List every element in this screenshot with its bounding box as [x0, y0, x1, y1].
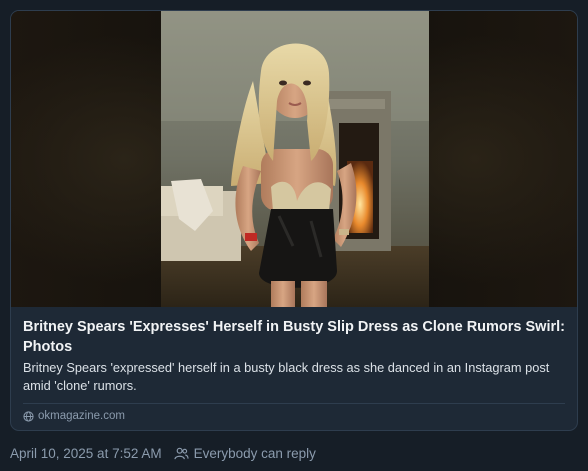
- post-meta: April 10, 2025 at 7:52 AM Everybody can …: [10, 446, 316, 461]
- people-icon: [174, 447, 189, 460]
- link-card-title[interactable]: Britney Spears 'Expresses' Herself in Bu…: [23, 317, 565, 357]
- reply-setting-label[interactable]: Everybody can reply: [194, 446, 316, 461]
- post-timestamp[interactable]: April 10, 2025 at 7:52 AM: [10, 446, 162, 461]
- link-card-domain[interactable]: okmagazine.com: [38, 410, 125, 422]
- link-card[interactable]: Britney Spears 'Expresses' Herself in Bu…: [10, 10, 578, 431]
- thumbnail-photo: [161, 11, 429, 307]
- globe-icon: [23, 410, 34, 422]
- reply-setting[interactable]: Everybody can reply: [174, 446, 316, 461]
- link-card-source[interactable]: okmagazine.com: [23, 404, 565, 428]
- link-card-description: Britney Spears 'expressed' herself in a …: [23, 360, 550, 393]
- link-card-thumbnail[interactable]: [11, 11, 577, 307]
- link-card-text[interactable]: Britney Spears 'Expresses' Herself in Bu…: [11, 307, 577, 428]
